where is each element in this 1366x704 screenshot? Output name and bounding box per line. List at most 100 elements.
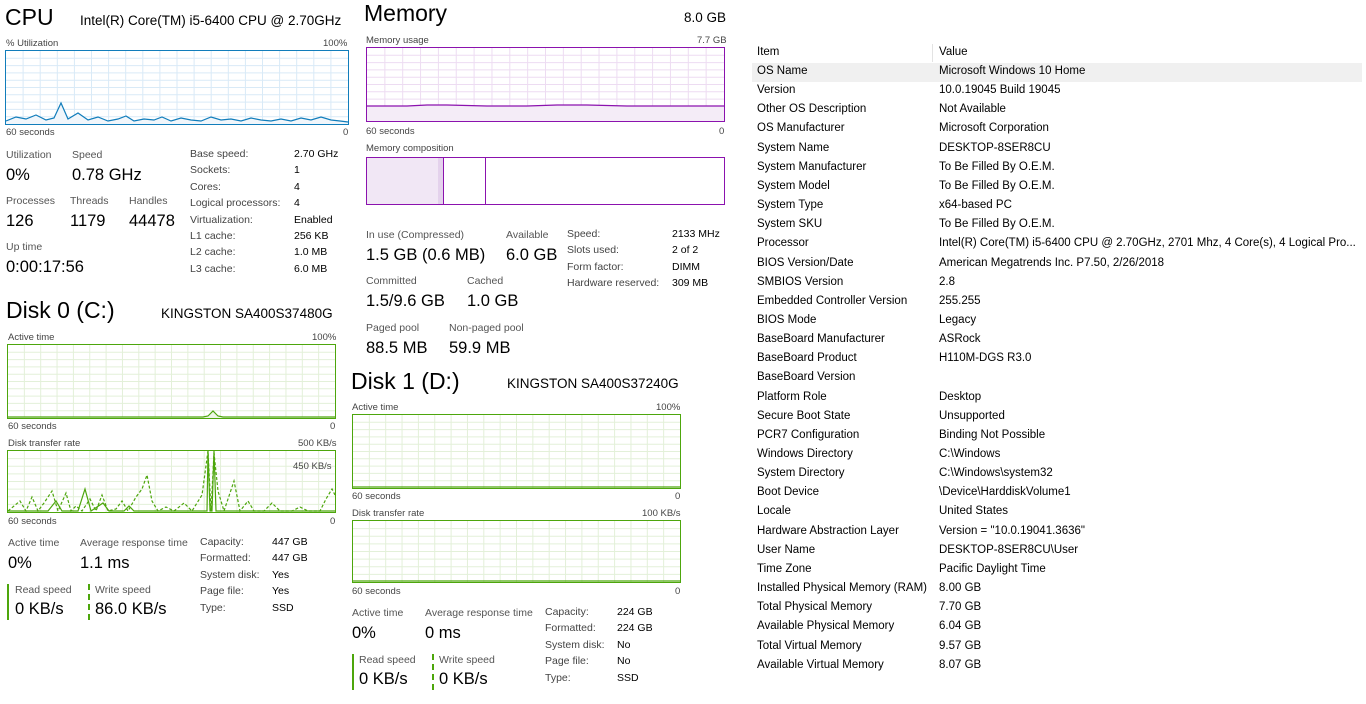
sysinfo-value: Microsoft Windows 10 Home	[939, 65, 1086, 77]
memory-standby-divider	[485, 158, 486, 204]
sysinfo-item: System Type	[757, 199, 824, 212]
sysinfo-value: C:\Windows	[939, 448, 1001, 460]
disk0-detail-label: Type:	[200, 601, 226, 614]
sysinfo-value: To Be Filled By O.E.M.	[939, 160, 1055, 173]
sysinfo-row[interactable]: Available Physical Memory 6.04 GB	[752, 618, 1362, 637]
sysinfo-column-divider[interactable]	[932, 44, 933, 62]
sysinfo-row[interactable]: System Type x64-based PC	[752, 197, 1362, 216]
disk0-title: Disk 0 (C:)	[6, 297, 115, 323]
sysinfo-value: ASRock	[939, 333, 981, 346]
cpu-title: CPU	[5, 4, 54, 30]
disk0-active-graph	[7, 344, 336, 419]
cpu-detail-label: L3 cache:	[190, 262, 236, 275]
memory-usage-label: Memory usage	[366, 35, 429, 46]
disk1-read-label: Read speed	[359, 654, 416, 666]
memory-cached-value: 1.0 GB	[467, 292, 519, 310]
sysinfo-row[interactable]: Windows Directory C:\Windows	[752, 446, 1362, 465]
sysinfo-item: Available Physical Memory	[757, 620, 895, 633]
memory-detail-label: Speed:	[567, 228, 601, 240]
sysinfo-row[interactable]: Total Physical Memory 7.70 GB	[752, 599, 1362, 618]
disk1-write-label: Write speed	[439, 654, 495, 666]
cpu-detail-value: 4	[294, 180, 300, 193]
disk1-response-value: 0 ms	[425, 624, 461, 642]
sysinfo-item: Time Zone	[757, 562, 812, 575]
disk1-write-value: 0 KB/s	[439, 670, 488, 688]
disk0-active-stat-label: Active time	[8, 537, 60, 549]
sysinfo-value: Not Available	[939, 103, 1006, 116]
disk1-detail-label: Capacity:	[545, 606, 589, 618]
sysinfo-header-value[interactable]: Value	[939, 46, 968, 58]
sysinfo-row[interactable]: Embedded Controller Version 255.255	[752, 293, 1362, 312]
sysinfo-row[interactable]: Processor Intel(R) Core(TM) i5-6400 CPU @…	[752, 235, 1362, 254]
sysinfo-row[interactable]: Secure Boot State Unsupported	[752, 408, 1362, 427]
sysinfo-row[interactable]: Hardware Abstraction Layer Version = "10.…	[752, 523, 1362, 542]
sysinfo-item: Other OS Description	[757, 103, 867, 116]
sysinfo-row[interactable]: System Name DESKTOP-8SER8CU	[752, 140, 1362, 159]
sysinfo-row[interactable]: OS Name Microsoft Windows 10 Home	[752, 63, 1362, 82]
sysinfo-item: Embedded Controller Version	[757, 294, 908, 307]
memory-zero-label: 0	[719, 126, 725, 137]
sysinfo-row[interactable]: BaseBoard Product H110M-DGS R3.0	[752, 350, 1362, 369]
disk0-response-value: 1.1 ms	[80, 554, 130, 572]
sysinfo-row[interactable]: BIOS Version/Date American Megatrends Inc…	[752, 255, 1362, 274]
sysinfo-item: User Name	[757, 543, 816, 556]
sysinfo-item: Locale	[757, 505, 791, 518]
cpu-detail-value: 1.0 MB	[294, 246, 328, 259]
sysinfo-item: Platform Role	[757, 390, 827, 403]
sysinfo-value: DESKTOP-8SER8CU	[939, 141, 1051, 154]
sysinfo-row[interactable]: SMBIOS Version 2.8	[752, 274, 1362, 293]
disk0-read-value: 0 KB/s	[15, 600, 64, 618]
sysinfo-row[interactable]: Boot Device \Device\HarddiskVolume1	[752, 484, 1362, 503]
sysinfo-row[interactable]: Available Virtual Memory 8.07 GB	[752, 657, 1362, 676]
memory-total: 8.0 GB	[684, 10, 727, 25]
disk1-detail-label: Type:	[545, 671, 571, 684]
sysinfo-row[interactable]: Platform Role Desktop	[752, 389, 1362, 408]
cpu-speed-value: 0.78 GHz	[72, 166, 142, 184]
sysinfo-item: Total Virtual Memory	[757, 639, 862, 652]
memory-usage-max: 7.7 GB	[697, 35, 727, 46]
sysinfo-row[interactable]: Version 10.0.19045 Build 19045	[752, 82, 1362, 101]
sysinfo-item: OS Manufacturer	[757, 122, 845, 135]
sysinfo-row[interactable]: Other OS Description Not Available	[752, 101, 1362, 120]
sysinfo-row[interactable]: System Model To Be Filled By O.E.M.	[752, 178, 1362, 197]
cpu-handles-value: 44478	[129, 212, 175, 230]
sysinfo-item: System Directory	[757, 467, 845, 480]
sysinfo-row[interactable]: Locale United States	[752, 503, 1362, 522]
sysinfo-row[interactable]: PCR7 Configuration Binding Not Possible	[752, 427, 1362, 446]
cpu-detail-value: 4	[294, 197, 300, 210]
memory-inuse-segment	[367, 158, 438, 204]
disk1-time-label: 60 seconds	[352, 491, 401, 502]
sysinfo-row[interactable]: BaseBoard Manufacturer ASRock	[752, 331, 1362, 350]
sysinfo-header-item[interactable]: Item	[757, 46, 779, 58]
sysinfo-row[interactable]: Total Virtual Memory 9.57 GB	[752, 638, 1362, 657]
memory-cached-label: Cached	[467, 275, 504, 287]
sysinfo-row[interactable]: OS Manufacturer Microsoft Corporation	[752, 120, 1362, 139]
disk0-max-label: 100%	[312, 332, 337, 343]
sysinfo-value: \Device\HarddiskVolume1	[939, 486, 1071, 499]
sysinfo-item: BaseBoard Version	[757, 371, 856, 384]
disk0-detail-label: Formatted:	[200, 552, 251, 565]
memory-committed-label: Committed	[366, 275, 417, 287]
sysinfo-item: Total Physical Memory	[757, 601, 873, 614]
sysinfo-row[interactable]: BaseBoard Version	[752, 369, 1362, 388]
memory-nonpaged-label: Non-paged pool	[449, 322, 524, 334]
memory-detail-label: Slots used:	[567, 244, 619, 257]
cpu-utilization-value: 0%	[6, 166, 30, 184]
sysinfo-row[interactable]: System Directory C:\Windows\system32	[752, 465, 1362, 484]
sysinfo-row[interactable]: Time Zone Pacific Daylight Time	[752, 561, 1362, 580]
sysinfo-row[interactable]: System Manufacturer To Be Filled By O.E.M…	[752, 159, 1362, 178]
disk1-detail-value: 224 GB	[617, 606, 653, 618]
disk0-transfer-max: 500 KB/s	[298, 438, 337, 449]
memory-detail-value: 309 MB	[672, 277, 709, 290]
sysinfo-row[interactable]: User Name DESKTOP-8SER8CU\User	[752, 542, 1362, 561]
memory-time-label: 60 seconds	[366, 126, 415, 137]
disk0-detail-value: Yes	[272, 585, 290, 598]
sysinfo-value: C:\Windows\system32	[939, 467, 1053, 480]
disk1-zero-label: 0	[675, 491, 681, 502]
sysinfo-value: To Be Filled By O.E.M.	[939, 179, 1055, 192]
sysinfo-item: SMBIOS Version	[757, 275, 844, 288]
sysinfo-row[interactable]: BIOS Mode Legacy	[752, 312, 1362, 331]
sysinfo-row[interactable]: System SKU To Be Filled By O.E.M.	[752, 216, 1362, 235]
sysinfo-value: To Be Filled By O.E.M.	[939, 218, 1055, 231]
sysinfo-row[interactable]: Installed Physical Memory (RAM) 8.00 GB	[752, 580, 1362, 599]
